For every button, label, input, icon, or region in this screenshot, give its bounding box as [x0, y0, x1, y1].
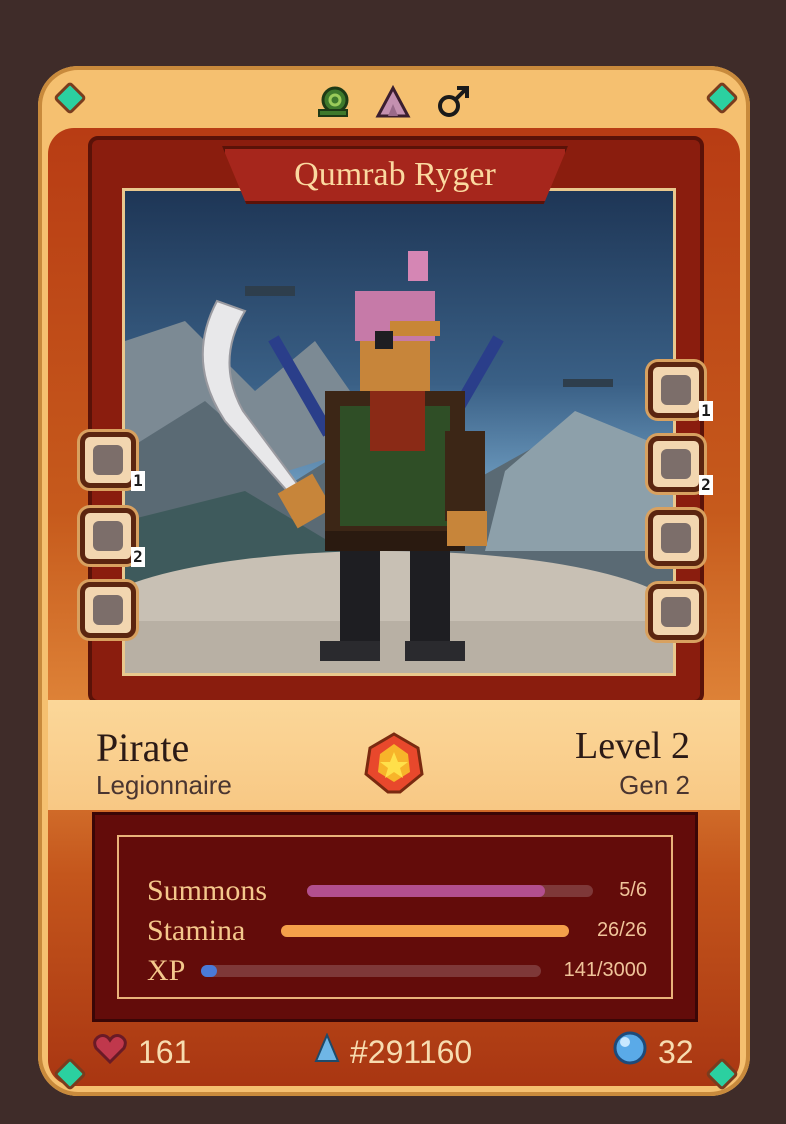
heart-icon — [92, 1032, 128, 1072]
hero-id-display: #291160 — [314, 1032, 472, 1072]
fist-skill-icon — [661, 375, 691, 405]
slot-badge: 2 — [131, 547, 145, 567]
armor-icon — [93, 595, 123, 625]
hero-id: #291160 — [350, 1033, 473, 1070]
stamina-bar — [281, 925, 569, 937]
stat-label: Stamina — [147, 914, 246, 947]
equipment-slot-left-1[interactable]: 1 — [80, 432, 145, 491]
stats-panel: Summons 5/6 Stamina 26/26 XP 141/3000 — [92, 812, 698, 1022]
equipment-slot-right-4[interactable] — [648, 584, 704, 640]
xp-bar — [201, 965, 541, 977]
mp-display: 32 — [612, 1030, 694, 1074]
stat-value: 5/6 — [619, 879, 647, 901]
stamina-bar-fill — [281, 925, 569, 937]
hero-portrait — [122, 188, 676, 676]
top-icons — [0, 82, 786, 122]
pet-icon — [661, 597, 691, 627]
equipment-slot-left-3[interactable] — [80, 582, 136, 638]
mountain-icon — [373, 82, 413, 122]
equipment-slot-right-3[interactable] — [648, 510, 704, 566]
equipment-slot-right-1[interactable]: 1 — [648, 362, 713, 421]
summons-bar — [307, 885, 593, 897]
summons-bar-fill — [307, 885, 546, 897]
slot-badge: 1 — [699, 401, 713, 421]
snail-icon — [313, 82, 353, 122]
sword-skill-icon — [93, 445, 123, 475]
xp-bar-fill — [201, 965, 217, 977]
hp-value: 161 — [138, 1033, 192, 1070]
portrait-frame — [88, 136, 704, 704]
hero-name: Qumrab Ryger — [222, 146, 568, 204]
mp-value: 32 — [658, 1033, 694, 1070]
fist-skill-icon — [661, 449, 691, 479]
male-symbol-icon — [433, 82, 473, 122]
stat-value: 26/26 — [596, 919, 647, 941]
rarity-gem-icon — [360, 730, 428, 798]
crystal-icon — [314, 1032, 340, 1071]
sword-skill-icon — [93, 521, 123, 551]
equipment-slot-left-2[interactable]: 2 — [80, 508, 145, 567]
orb-icon — [612, 1030, 648, 1074]
hero-level: Level 2 — [574, 725, 690, 767]
shield-skill-icon — [661, 523, 691, 553]
hp-display: 161 — [92, 1032, 191, 1072]
stat-label: Summons — [147, 874, 268, 907]
slot-badge: 2 — [699, 475, 713, 495]
stat-value: 141/3000 — [563, 959, 647, 981]
stat-label: XP — [147, 954, 186, 987]
hero-subclass: Legionnaire — [96, 770, 232, 800]
equipment-slot-right-2[interactable]: 2 — [648, 436, 713, 495]
slot-badge: 1 — [131, 471, 145, 491]
hero-class: Pirate — [96, 725, 190, 770]
hero-generation: Gen 2 — [619, 770, 690, 800]
